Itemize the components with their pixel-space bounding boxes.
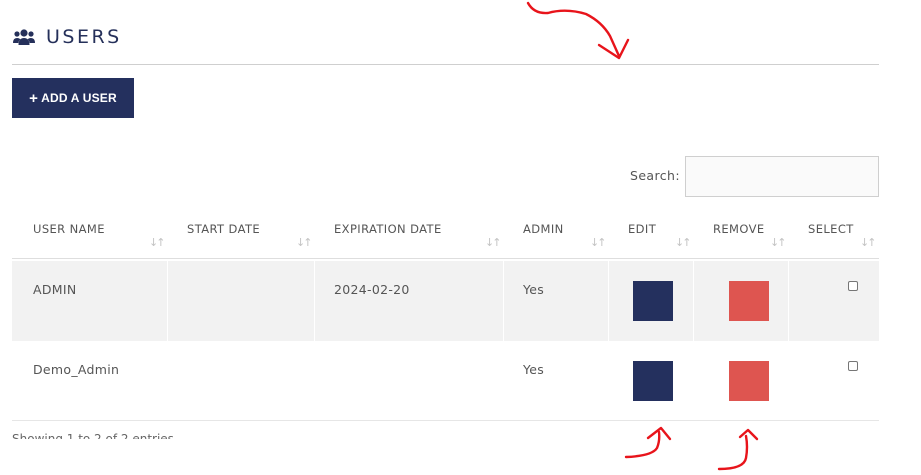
- select-checkbox[interactable]: [848, 281, 858, 291]
- remove-user-button[interactable]: [729, 361, 769, 401]
- table-info: Showing 1 to 2 of 2 entries: [12, 430, 174, 439]
- annotation-arrow-head: [738, 428, 759, 441]
- plus-icon: +: [29, 89, 39, 107]
- add-user-button[interactable]: + ADD A USER: [12, 78, 134, 118]
- annotation-arrow-head: [646, 426, 672, 441]
- column-header-admin[interactable]: ADMIN: [523, 222, 564, 236]
- search-label: Search:: [630, 168, 680, 183]
- column-header-expiration-date[interactable]: EXPIRATION DATE: [334, 222, 442, 236]
- admin-cell: Yes: [523, 282, 545, 297]
- column-header-edit[interactable]: EDIT: [628, 222, 656, 236]
- annotation-arrow: [624, 430, 661, 459]
- annotation-arrow: [717, 434, 749, 471]
- search-input[interactable]: [685, 156, 879, 197]
- column-header-start-date[interactable]: START DATE: [187, 222, 260, 236]
- edit-user-button[interactable]: [633, 361, 673, 401]
- column-header-user-name[interactable]: USER NAME: [33, 222, 105, 236]
- sort-icon[interactable]: ↓↑: [770, 236, 787, 249]
- column-header-select[interactable]: SELECT: [808, 222, 854, 236]
- table-row: Demo_Admin Yes: [12, 341, 879, 421]
- column-divider: [503, 261, 504, 341]
- column-header-remove[interactable]: REMOVE: [713, 222, 765, 236]
- sort-icon[interactable]: ↓↑: [485, 236, 502, 249]
- user-name-cell: ADMIN: [33, 282, 77, 297]
- sort-icon[interactable]: ↓↑: [296, 236, 313, 249]
- expiration-date-cell: 2024-02-20: [334, 282, 410, 297]
- select-checkbox[interactable]: [848, 361, 858, 371]
- page-title: USERS: [46, 26, 122, 48]
- column-divider: [788, 261, 789, 341]
- sort-icon[interactable]: ↓↑: [860, 236, 877, 249]
- column-divider: [693, 261, 694, 341]
- sort-icon[interactable]: ↓↑: [590, 236, 607, 249]
- column-divider: [608, 261, 609, 341]
- column-divider: [314, 261, 315, 341]
- user-name-cell: Demo_Admin: [33, 362, 120, 377]
- sort-icon[interactable]: ↓↑: [675, 236, 692, 249]
- sort-icon[interactable]: ↓↑: [149, 236, 166, 249]
- remove-user-button[interactable]: [729, 281, 769, 321]
- admin-cell: Yes: [523, 362, 545, 377]
- page-header: USERS: [12, 24, 879, 65]
- table-row: ADMIN 2024-02-20 Yes: [12, 261, 879, 341]
- edit-user-button[interactable]: [633, 281, 673, 321]
- table-header-divider: [12, 258, 879, 259]
- add-user-label: ADD A USER: [41, 91, 117, 105]
- users-icon: [13, 29, 35, 45]
- column-divider: [167, 261, 168, 341]
- table-info-text: Showing 1 to 2 of 2 entries: [12, 432, 174, 439]
